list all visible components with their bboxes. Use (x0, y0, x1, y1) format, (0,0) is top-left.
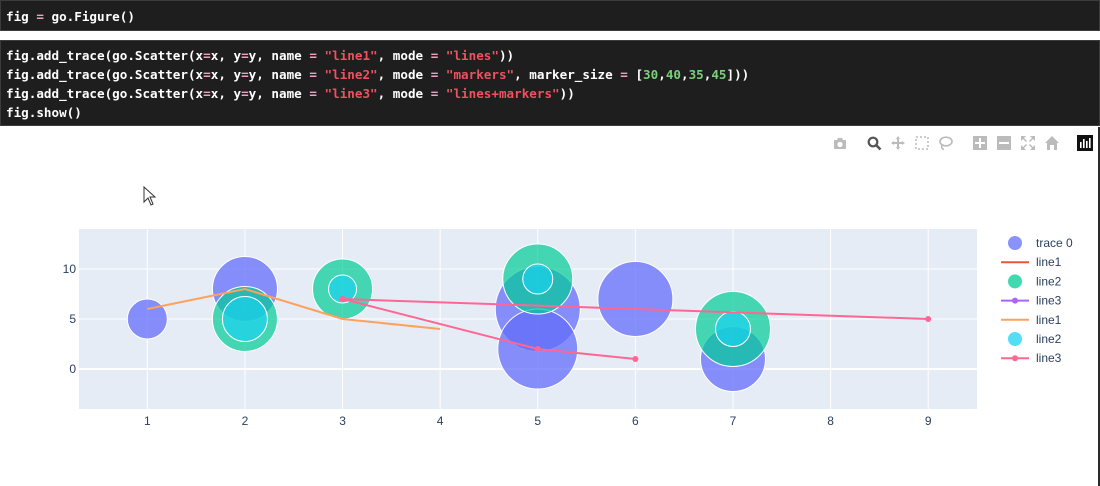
box-select-icon[interactable] (914, 135, 930, 151)
zoom-icon[interactable] (866, 135, 882, 151)
code-cell-2-source: fig.add_trace(go.Scatter(x=x, y=y, name … (6, 48, 750, 120)
mouse-cursor-icon (143, 185, 157, 210)
autoscale-icon[interactable] (1020, 135, 1036, 151)
plot-output-area (0, 127, 1100, 486)
lasso-icon[interactable] (938, 135, 954, 151)
code-cell-1[interactable]: fig = go.Figure() (0, 0, 1100, 31)
code-cell-1-source: fig = go.Figure() (6, 9, 135, 24)
reset-axes-icon[interactable] (1044, 135, 1060, 151)
code-cell-2[interactable]: fig.add_trace(go.Scatter(x=x, y=y, name … (0, 40, 1100, 126)
pan-icon[interactable] (890, 135, 906, 151)
zoom-in-icon[interactable] (972, 135, 988, 151)
camera-icon[interactable] (832, 135, 848, 151)
plotly-logo-icon[interactable] (1077, 135, 1093, 151)
zoom-out-icon[interactable] (996, 135, 1012, 151)
